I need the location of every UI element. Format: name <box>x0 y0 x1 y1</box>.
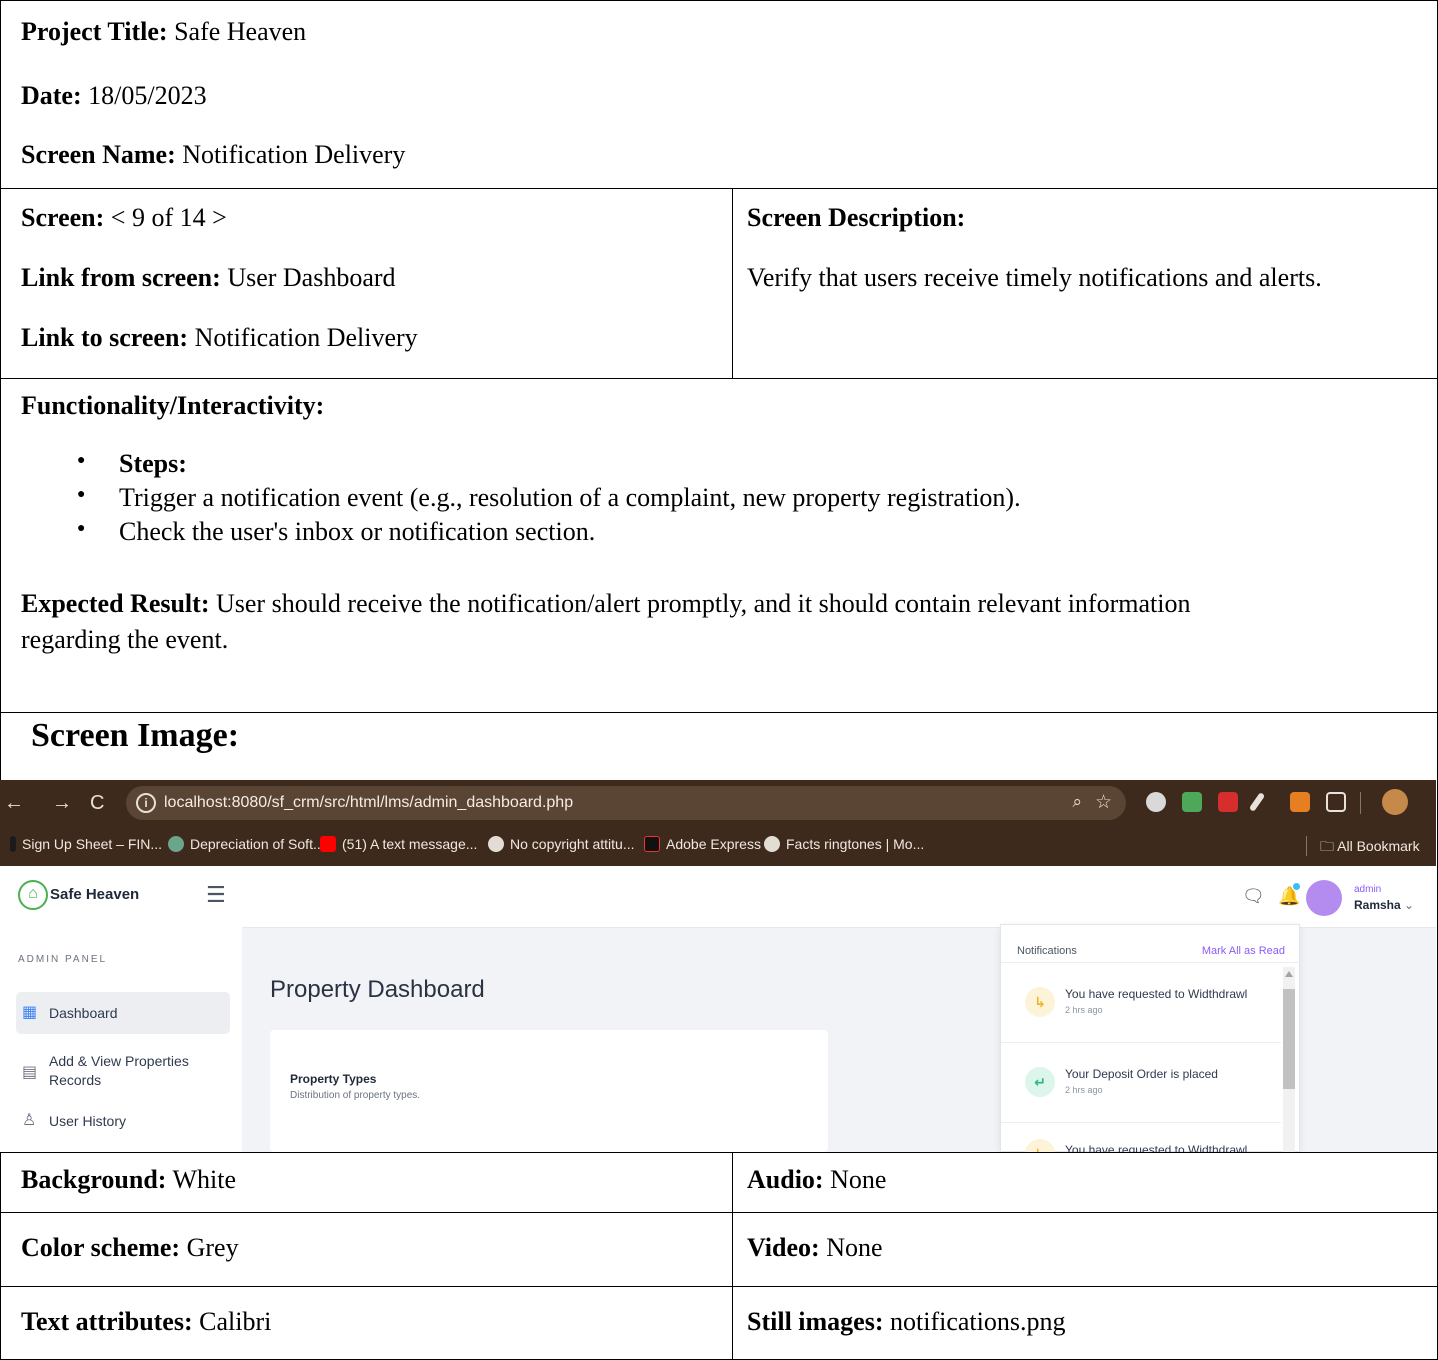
notifications-header: Notifications Mark All as Read <box>1001 925 1301 963</box>
screen-number-line: Screen: < 9 of 14 > <box>21 203 227 232</box>
audio-cell: Audio: None <box>732 1152 1438 1214</box>
link-to-line: Link to screen: Notification Delivery <box>21 323 418 352</box>
property-types-card: Property Types Distribution of property … <box>270 1030 828 1152</box>
color-extension-icon[interactable] <box>1182 792 1202 812</box>
panel-label: ADMIN PANEL <box>18 954 108 965</box>
screenshot: ← → C i localhost:8080/sf_crm/src/html/l… <box>0 780 1436 1152</box>
card-subtitle: Distribution of property types. <box>290 1090 421 1101</box>
red-extension-icon[interactable] <box>1218 792 1238 812</box>
scrollbar[interactable] <box>1283 967 1295 1152</box>
expected-result-line: Expected Result: User should receive the… <box>21 589 1191 618</box>
withdraw-arrow-icon: ↳ <box>1025 1139 1055 1152</box>
brand-name: Safe Heaven <box>50 886 140 903</box>
functionality-cell: Functionality/Interactivity: ● Steps: ● Tr… <box>0 378 1438 714</box>
all-bookmarks[interactable]: 🗀 All Bookmark <box>1320 836 1420 860</box>
step-item: ● Trigger a notification event (e.g., res… <box>77 483 1021 512</box>
sidebar-item-add-view-properties[interactable]: ▤ Add & View Properties Records <box>16 1050 230 1094</box>
bookmark-item[interactable]: Sign Up Sheet – FIN... <box>10 836 162 852</box>
forward-arrow-icon[interactable]: → <box>52 792 72 815</box>
sidebar-item-dashboard[interactable]: ▦ Dashboard <box>16 992 230 1034</box>
scroll-up-icon[interactable] <box>1285 971 1293 977</box>
video-cell: Video: None <box>732 1212 1438 1288</box>
color-scheme-cell: Color scheme: Grey <box>0 1212 734 1288</box>
bookmark-item[interactable]: (51) A text message... <box>320 836 477 852</box>
text-attributes-cell: Text attributes: Calibri <box>0 1286 734 1360</box>
date-line: Date: 18/05/2023 <box>21 81 207 110</box>
avatar[interactable] <box>1306 880 1342 916</box>
folder-icon: 🗀 <box>1320 838 1334 854</box>
page-title: Property Dashboard <box>270 976 485 1003</box>
background-cell: Background: White <box>0 1152 734 1214</box>
back-arrow-icon[interactable]: ← <box>4 792 24 815</box>
expected-result-line-2: regarding the event. <box>21 625 229 654</box>
notification-item[interactable]: ↳ You have requested to Widthdrawl 2 hrs… <box>1001 963 1281 1043</box>
notifications-dropdown: Notifications Mark All as Read ↳ You hav… <box>1000 924 1301 1152</box>
reload-icon[interactable]: C <box>90 792 104 815</box>
info-icon[interactable]: i <box>136 793 156 813</box>
functionality-label: Functionality/Interactivity: <box>21 391 325 420</box>
user-role: admin <box>1354 884 1382 895</box>
card-title: Property Types <box>290 1072 377 1086</box>
header-cell: Project Title: Safe Heaven Date: 18/05/2… <box>0 0 1438 190</box>
user-list-icon: ♙ <box>22 1112 37 1129</box>
zoom-icon[interactable]: ⌕ <box>1072 792 1082 812</box>
bookmark-item[interactable]: Facts ringtones | Mo... <box>764 836 924 852</box>
notification-item[interactable]: ↵ Your Deposit Order is placed 2 hrs ago <box>1001 1043 1281 1123</box>
eyedropper-extension-icon[interactable] <box>1248 792 1266 812</box>
globe-extension-icon[interactable] <box>1146 792 1166 812</box>
still-images-cell: Still images: notifications.png <box>732 1286 1438 1360</box>
mark-all-read-link[interactable]: Mark All as Read <box>1202 945 1285 957</box>
url-text: localhost:8080/sf_crm/src/html/lms/admin… <box>164 794 574 811</box>
notifications-title: Notifications <box>1017 945 1077 957</box>
chevron-down-icon: ⌄ <box>1404 898 1415 912</box>
document-add-icon: ▤ <box>22 1064 38 1081</box>
house-logo-icon: ⌂ <box>18 880 48 910</box>
screen-description-text: Verify that users receive timely notific… <box>747 263 1322 292</box>
sidebar-item-user-history[interactable]: ♙ User History <box>16 1106 230 1136</box>
hamburger-icon[interactable]: ☰ <box>206 882 226 908</box>
bookmark-item[interactable]: Depreciation of Soft... <box>168 836 325 852</box>
step-bullet-header: ● Steps: <box>77 449 187 478</box>
deposit-arrow-icon: ↵ <box>1025 1067 1055 1097</box>
screen-image-label: Screen Image: <box>31 717 240 754</box>
step-item: ● Check the user's inbox or notification … <box>77 517 596 546</box>
bookmarks-bar: Sign Up Sheet – FIN... Depreciation of S… <box>0 826 1436 866</box>
fox-extension-icon[interactable] <box>1290 792 1310 812</box>
user-menu[interactable]: Ramsha ⌄ <box>1354 898 1414 912</box>
withdraw-arrow-icon: ↳ <box>1025 987 1055 1017</box>
bookmark-item[interactable]: Adobe Express <box>644 836 761 852</box>
address-bar[interactable]: i localhost:8080/sf_crm/src/html/lms/adm… <box>126 786 1126 820</box>
link-from-line: Link from screen: User Dashboard <box>21 263 396 292</box>
sidebar: ⌂ Safe Heaven ☰ ADMIN PANEL ▦ Dashboard … <box>0 866 242 1152</box>
bookmark-item[interactable]: No copyright attitu... <box>488 836 635 852</box>
project-title-line: Project Title: Safe Heaven <box>21 17 307 46</box>
screen-description-cell: Screen Description: Verify that users re… <box>732 188 1438 380</box>
screen-description-label: Screen Description: <box>747 203 966 232</box>
app-topbar: 🗨 🔔 admin Ramsha ⌄ <box>242 866 1436 928</box>
puzzle-extension-icon[interactable] <box>1326 792 1346 812</box>
screen-name-line: Screen Name: Notification Delivery <box>21 140 406 169</box>
chat-icon[interactable]: 🗨 <box>1242 886 1265 907</box>
profile-avatar[interactable] <box>1382 789 1408 815</box>
notification-dot <box>1293 883 1300 890</box>
browser-toolbar: ← → C i localhost:8080/sf_crm/src/html/l… <box>0 780 1436 826</box>
notification-item[interactable]: ↳ You have requested to Widthdrawl <box>1001 1123 1281 1152</box>
star-icon[interactable]: ☆ <box>1095 791 1112 814</box>
screen-info-cell: Screen: < 9 of 14 > Link from screen: Us… <box>0 188 734 380</box>
storyboard-document: Project Title: Safe Heaven Date: 18/05/2… <box>0 0 1438 1360</box>
grid-icon: ▦ <box>22 1004 38 1021</box>
